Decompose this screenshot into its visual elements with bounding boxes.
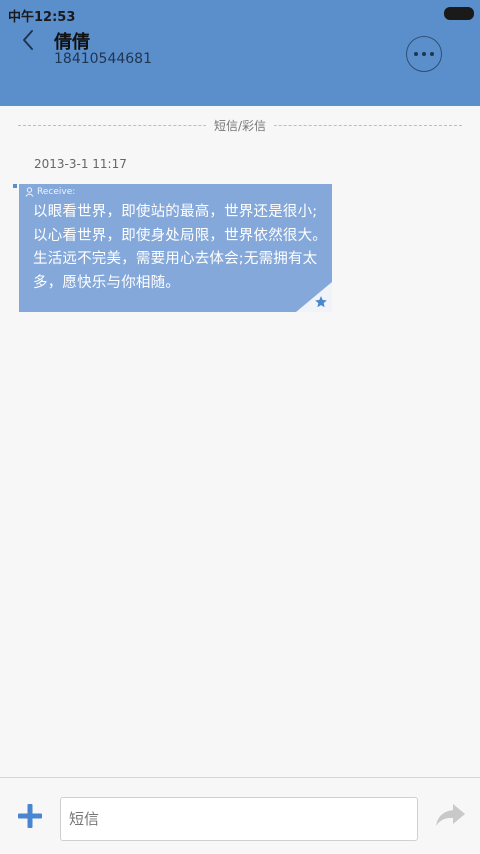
status-time: 中午12:53 bbox=[8, 10, 76, 25]
battery-icon bbox=[444, 7, 474, 20]
message-type-divider: 短信/彩信 bbox=[18, 117, 462, 134]
composer-bar bbox=[0, 777, 480, 854]
more-dot-icon bbox=[422, 52, 426, 56]
conversation-header: 中午12:53 倩倩 18410544681 bbox=[0, 0, 480, 106]
add-attachment-icon[interactable] bbox=[16, 802, 44, 830]
more-dot-icon bbox=[430, 52, 434, 56]
message-timestamp: 2013-3-1 11:17 bbox=[34, 157, 127, 171]
more-dot-icon bbox=[414, 52, 418, 56]
send-icon[interactable] bbox=[434, 802, 466, 828]
message-text: 以眼看世界，即使站的最高，世界还是很小;以心看世界，即使身处局限，世界依然很大。… bbox=[33, 204, 327, 291]
contact-number: 18410544681 bbox=[54, 51, 152, 67]
star-icon[interactable] bbox=[314, 295, 328, 309]
unread-marker bbox=[13, 184, 17, 188]
contact-icon bbox=[25, 187, 34, 197]
receive-label-row: Receive: bbox=[25, 187, 75, 197]
back-icon[interactable] bbox=[16, 26, 42, 54]
divider-label: 短信/彩信 bbox=[205, 117, 275, 134]
receive-label: Receive: bbox=[37, 187, 76, 197]
more-options-button[interactable] bbox=[406, 36, 442, 72]
message-bubble[interactable]: Receive: 以眼看世界，即使站的最高，世界还是很小;以心看世界，即使身处局… bbox=[19, 184, 332, 312]
message-input[interactable] bbox=[60, 797, 418, 841]
